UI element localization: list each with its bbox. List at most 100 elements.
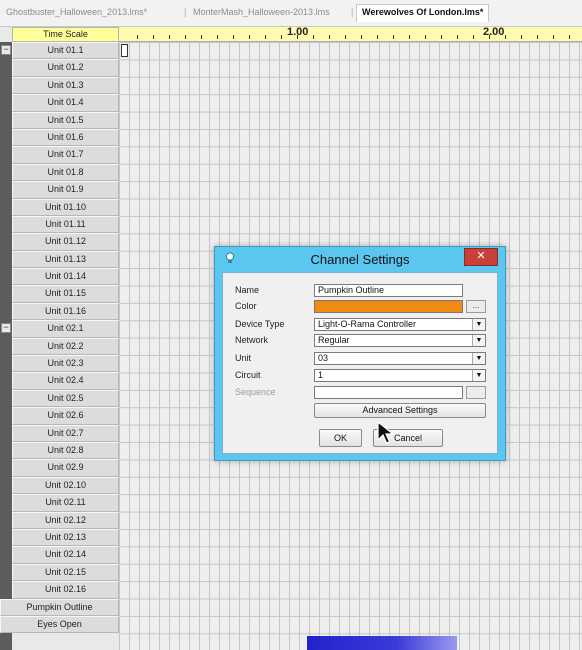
- group-strip: − −: [0, 42, 12, 650]
- ruler-tick: [265, 35, 266, 39]
- ruler-tick: [489, 35, 490, 39]
- channel-row[interactable]: Unit 02.6: [12, 407, 119, 425]
- collapse-unit01-icon[interactable]: −: [1, 45, 11, 55]
- ruler-tick: [297, 35, 298, 39]
- chevron-down-icon[interactable]: ▼: [472, 353, 485, 364]
- advanced-settings-button[interactable]: Advanced Settings: [314, 403, 486, 418]
- channel-settings-dialog: Channel Settings ✕ Name Pumpkin Outline …: [214, 246, 506, 461]
- circuit-label: Circuit: [235, 370, 261, 380]
- unit-label: Unit: [235, 353, 252, 363]
- ruler-tick: [281, 35, 282, 39]
- channel-row[interactable]: Unit 01.11: [12, 215, 119, 234]
- sequence-tab-bar: Ghostbuster_Halloween_2013.lms* | Monter…: [0, 0, 582, 27]
- network-label: Network: [235, 335, 269, 345]
- ruler-tick: [393, 35, 394, 39]
- tab-separator: |: [184, 7, 187, 17]
- ruler-tick: [153, 35, 154, 39]
- close-button[interactable]: ✕: [464, 248, 498, 266]
- color-label: Color: [235, 301, 257, 311]
- tab-werewolves[interactable]: Werewolves Of London.lms*: [356, 4, 490, 22]
- channel-row[interactable]: Unit 02.11: [12, 494, 119, 512]
- channel-row[interactable]: Unit 01.16: [12, 302, 119, 321]
- device-type-label: Device Type: [235, 319, 285, 329]
- color-swatch[interactable]: [314, 300, 463, 313]
- sequence-browse-button: [466, 386, 486, 399]
- channel-row[interactable]: Unit 02.4: [12, 372, 119, 390]
- time-scale-header: Time Scale: [12, 27, 119, 42]
- ruler-tick: [233, 35, 234, 39]
- channel-row[interactable]: Unit 01.12: [12, 233, 119, 251]
- channel-row[interactable]: Eyes Open: [0, 615, 119, 634]
- ruler-tick: [537, 35, 538, 39]
- circuit-value: 1: [318, 370, 324, 380]
- channel-list: Unit 01.1 Unit 01.2 Unit 01.3 Unit 01.4 …: [0, 42, 119, 634]
- channel-row[interactable]: Unit 02.7: [12, 424, 119, 442]
- chevron-down-icon[interactable]: ▼: [472, 370, 485, 381]
- channel-row[interactable]: Unit 02.14: [12, 546, 119, 564]
- ruler-tick: [569, 35, 570, 39]
- chevron-down-icon[interactable]: ▼: [472, 319, 485, 330]
- collapse-unit02-icon[interactable]: −: [1, 323, 11, 333]
- channel-row[interactable]: Unit 01.13: [12, 250, 119, 269]
- ruler-tick: [361, 35, 362, 39]
- channel-row[interactable]: Unit 01.14: [12, 268, 119, 286]
- ruler-tick: [345, 35, 346, 39]
- tab-ghostbuster[interactable]: Ghostbuster_Halloween_2013.lms*: [6, 7, 147, 17]
- channel-row[interactable]: Unit 01.6: [12, 128, 119, 147]
- channel-row[interactable]: Unit 01.1: [12, 42, 119, 60]
- ruler-tick: [249, 35, 250, 39]
- ruler-tick: [169, 35, 170, 39]
- chevron-down-icon[interactable]: ▼: [472, 335, 485, 346]
- color-picker-button[interactable]: ...: [466, 300, 486, 313]
- channel-row[interactable]: Unit 02.15: [12, 563, 119, 582]
- intensity-effect-bar[interactable]: [307, 636, 457, 650]
- dialog-title: Channel Settings: [310, 252, 410, 267]
- channel-row[interactable]: Unit 02.8: [12, 441, 119, 460]
- device-type-select[interactable]: Light-O-Rama Controller ▼: [314, 318, 486, 331]
- channel-row[interactable]: Unit 02.5: [12, 389, 119, 408]
- channel-row[interactable]: Unit 01.7: [12, 146, 119, 164]
- time-ruler[interactable]: 1.00 2.00: [119, 26, 582, 42]
- grid-cursor: [121, 44, 128, 57]
- time-marker-2: 2.00: [483, 26, 505, 38]
- channel-row[interactable]: Unit 02.2: [12, 337, 119, 356]
- tab-monstermash[interactable]: MonterMash_Halloween-2013.lms: [193, 7, 330, 17]
- network-select[interactable]: Regular ▼: [314, 334, 486, 347]
- sequence-label: Sequence: [235, 387, 276, 397]
- channel-row[interactable]: Unit 02.3: [12, 355, 119, 373]
- channel-row[interactable]: Unit 01.2: [12, 59, 119, 77]
- channel-row[interactable]: Unit 01.10: [12, 198, 119, 216]
- ruler-tick: [409, 35, 410, 39]
- channel-row[interactable]: Unit 02.16: [12, 581, 119, 599]
- name-field[interactable]: Pumpkin Outline: [314, 284, 463, 297]
- dialog-title-bar[interactable]: Channel Settings ✕: [215, 247, 505, 271]
- channel-row[interactable]: Unit 02.1: [12, 320, 119, 338]
- ruler-tick: [425, 35, 426, 39]
- channel-row[interactable]: Pumpkin Outline: [0, 598, 119, 616]
- unit-value: 03: [318, 353, 329, 363]
- channel-row[interactable]: Unit 01.3: [12, 76, 119, 95]
- channel-row[interactable]: Unit 02.13: [12, 528, 119, 547]
- ruler-tick: [329, 35, 330, 39]
- dialog-body: Name Pumpkin Outline Color ... Device Ty…: [222, 272, 498, 454]
- ruler-tick: [473, 35, 474, 39]
- ruler-tick: [217, 35, 218, 39]
- channel-row[interactable]: Unit 01.15: [12, 285, 119, 303]
- channel-row[interactable]: Unit 02.9: [12, 459, 119, 477]
- ruler-tick: [521, 35, 522, 39]
- channel-row[interactable]: Unit 02.12: [12, 511, 119, 529]
- channel-row[interactable]: Unit 01.5: [12, 111, 119, 129]
- channel-row[interactable]: Unit 01.8: [12, 163, 119, 182]
- ok-button[interactable]: OK: [319, 429, 362, 447]
- ruler-tick: [185, 35, 186, 39]
- channel-row[interactable]: Unit 01.9: [12, 181, 119, 199]
- ruler-tick: [137, 35, 138, 39]
- channel-row[interactable]: Unit 02.10: [12, 476, 119, 495]
- ruler-tick: [313, 35, 314, 39]
- ruler-tick: [457, 35, 458, 39]
- ruler-tick: [377, 35, 378, 39]
- channel-row[interactable]: Unit 01.4: [12, 94, 119, 112]
- unit-select[interactable]: 03 ▼: [314, 352, 486, 365]
- ruler-tick: [201, 35, 202, 39]
- circuit-select[interactable]: 1 ▼: [314, 369, 486, 382]
